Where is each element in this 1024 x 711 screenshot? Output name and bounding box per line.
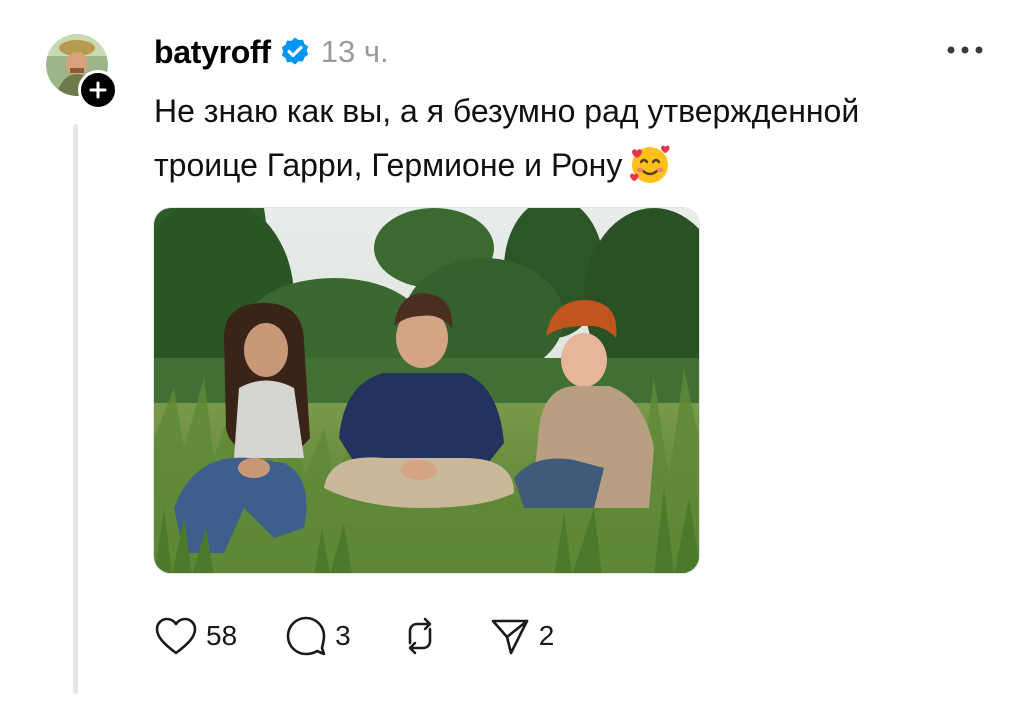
post-text: Не знаю как вы, а я безумно рад утвержде… <box>154 84 994 192</box>
post-text-line-2-wrap: троице Гарри, Гермионе и Рону <box>154 138 994 192</box>
post-text-line-2: троице Гарри, Гермионе и Рону <box>154 147 623 183</box>
send-icon <box>491 619 529 655</box>
comment-count: 3 <box>335 620 351 651</box>
comment-bubble-icon <box>286 616 326 656</box>
repost-button[interactable] <box>399 615 441 657</box>
like-count: 58 <box>206 620 238 651</box>
plus-icon <box>89 81 107 99</box>
verified-check-icon <box>281 37 308 65</box>
comment-button[interactable]: 3 <box>285 615 351 657</box>
thread-line <box>73 124 78 694</box>
username[interactable]: batyroff <box>154 34 271 71</box>
smiling-face-with-hearts-icon <box>630 145 670 183</box>
more-dots-icon[interactable] <box>944 40 986 60</box>
post-text-line-1: Не знаю как вы, а я безумно рад утвержде… <box>154 93 860 129</box>
post-photo[interactable] <box>153 207 700 574</box>
post-timestamp: 13 ч. <box>320 34 389 69</box>
follow-button[interactable] <box>78 70 118 110</box>
repost-icon <box>408 617 432 655</box>
photo-image <box>154 208 699 573</box>
like-button[interactable]: 58 <box>154 616 237 656</box>
share-button[interactable]: 2 <box>489 615 555 657</box>
post-header: batyroff 13 ч. <box>154 30 389 74</box>
avatar[interactable] <box>46 34 118 110</box>
post-actions: 58 3 2 <box>154 612 602 660</box>
heart-icon <box>155 617 197 655</box>
share-count: 2 <box>538 620 555 651</box>
